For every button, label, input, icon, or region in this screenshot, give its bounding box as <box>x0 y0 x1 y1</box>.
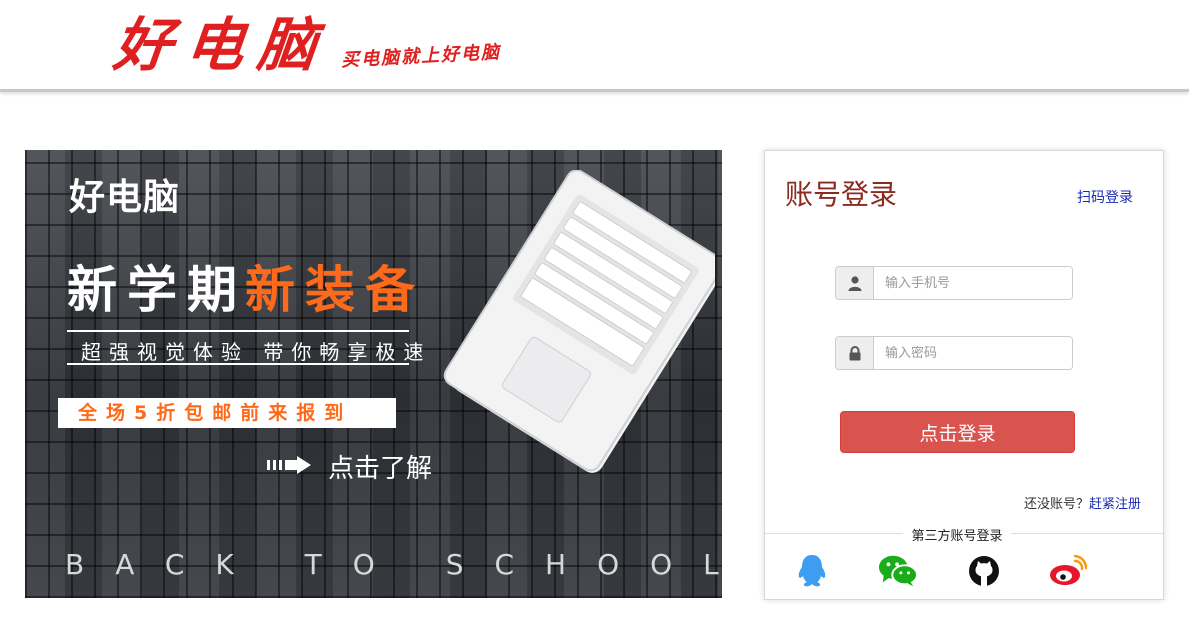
banner-promo: 全场5折包邮前来报到 <box>58 398 396 428</box>
login-panel: 账号登录 扫码登录 点击登录 还没账号？赶紧注册 第三方账号登录 <box>764 150 1164 600</box>
banner-logo: 好电脑 <box>69 177 181 218</box>
banner-subtitle: 超强视觉体验 带你畅享极速 <box>81 340 432 364</box>
phone-field[interactable] <box>835 266 1073 300</box>
site-logo[interactable]: 好电脑 <box>110 10 333 80</box>
arrow-right-icon <box>267 456 311 474</box>
banner-headline-orange: 新装备 <box>245 261 425 319</box>
register-prompt: 还没账号？ <box>1023 497 1089 512</box>
lock-icon <box>836 337 874 369</box>
banner-headline-white: 新学期 <box>67 261 247 319</box>
laptop-image <box>443 170 715 473</box>
weibo-icon[interactable] <box>1048 551 1088 591</box>
promo-banner[interactable]: 好电脑 新学期 新装备 超强视觉体验 带你畅享极速 全场5折包邮前来报到 点击了… <box>25 150 722 598</box>
password-input[interactable] <box>874 337 1072 369</box>
site-slogan: 买电脑就上好电脑 <box>340 41 502 72</box>
register-link[interactable]: 赶紧注册 <box>1089 497 1141 512</box>
qr-login-link[interactable]: 扫码登录 <box>1077 187 1133 207</box>
header: 好电脑 买电脑就上好电脑 <box>0 0 1189 90</box>
banner-rule-top <box>67 330 409 332</box>
login-title: 账号登录 <box>785 178 898 211</box>
wechat-icon[interactable] <box>878 551 918 591</box>
login-button[interactable]: 点击登录 <box>840 411 1075 453</box>
banner-bottom-text: BACK TO SCHOOL SALE <box>65 548 722 581</box>
user-icon <box>836 267 874 299</box>
phone-input[interactable] <box>874 267 1072 299</box>
register-row: 还没账号？赶紧注册 <box>1024 493 1141 512</box>
header-divider <box>0 89 1189 92</box>
banner-rule-bottom <box>67 363 409 365</box>
github-icon[interactable] <box>964 551 1004 591</box>
third-party-title: 第三方账号登录 <box>903 529 1011 544</box>
password-field[interactable] <box>835 336 1073 370</box>
qq-icon[interactable] <box>792 551 832 591</box>
